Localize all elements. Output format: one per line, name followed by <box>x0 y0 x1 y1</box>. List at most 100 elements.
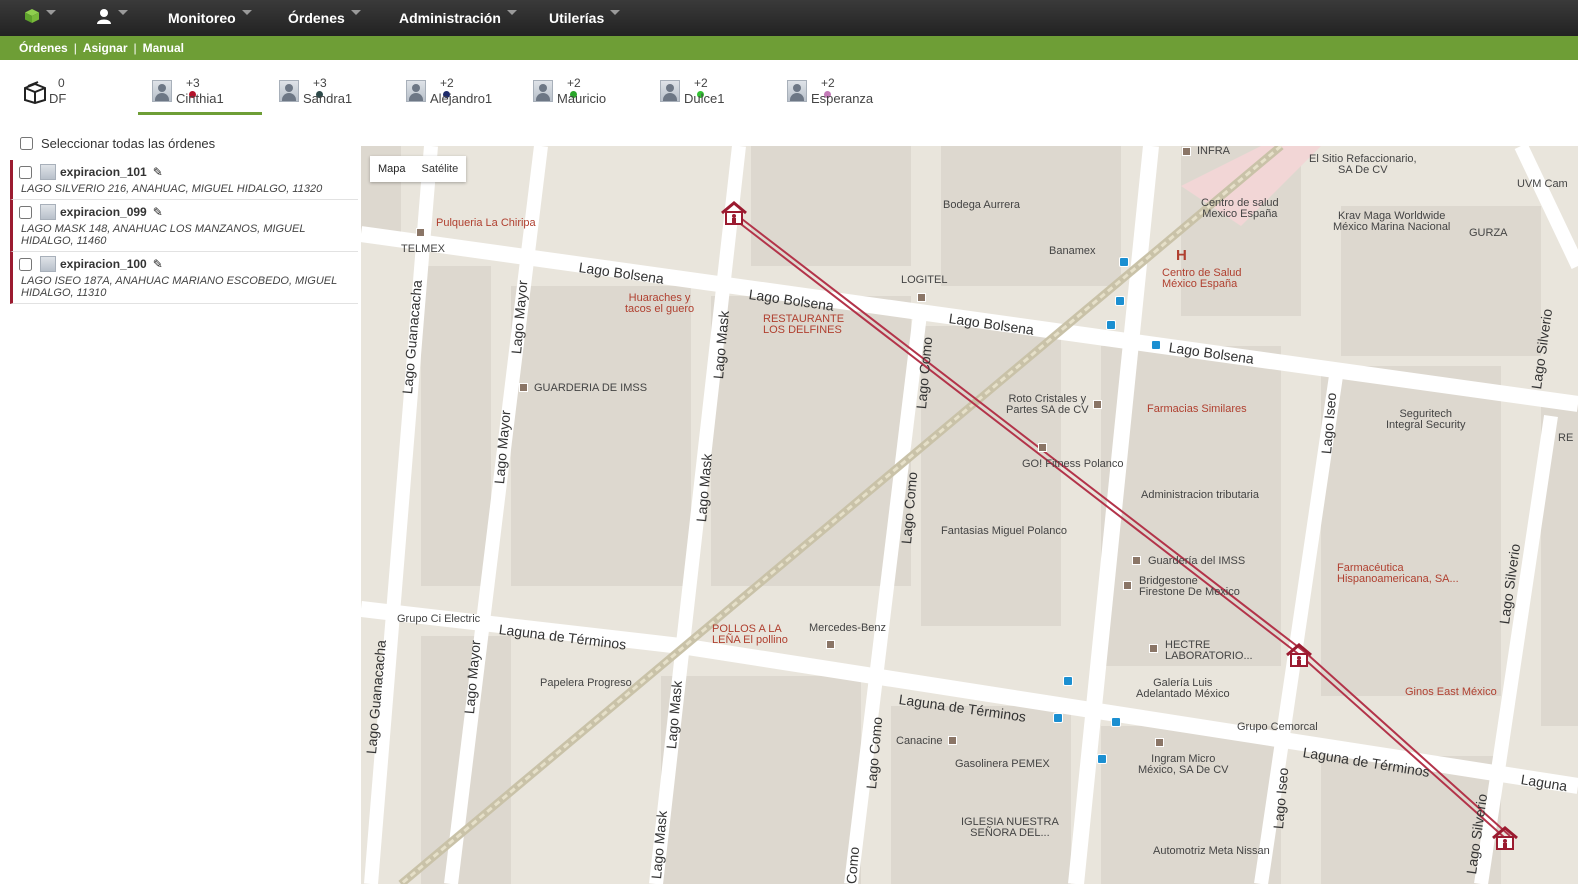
poi-marker <box>1123 581 1132 590</box>
avatar <box>660 80 680 102</box>
bus-stop-icon <box>1119 257 1129 267</box>
poi-label: Grupo Cemorcal <box>1237 721 1318 733</box>
app-logo-menu[interactable] <box>24 0 56 36</box>
poi-label: Centro de salud Mexico España <box>1201 197 1279 220</box>
poi-label: INFRA <box>1197 146 1230 157</box>
avatar <box>787 80 807 102</box>
menu-ordenes[interactable]: Órdenes <box>288 0 361 36</box>
order-checkbox[interactable] <box>19 257 32 271</box>
poi-label: Fantasias Miguel Polanco <box>941 525 1067 537</box>
cube-logo-icon <box>24 8 40 29</box>
poi-marker <box>1093 400 1102 409</box>
menu-monitoreo[interactable]: Monitoreo <box>168 0 252 36</box>
subnav-ordenes-link[interactable]: Órdenes <box>19 41 68 55</box>
poi-label: GO! Fitness Polanco <box>1022 458 1124 470</box>
poi-label: POLLOS A LA LEÑA El pollino <box>712 623 788 646</box>
poi-marker <box>519 383 528 392</box>
subnav-manual-link[interactable]: Manual <box>143 41 184 55</box>
poi-label: El Sitio Refaccionario, SA De CV <box>1309 153 1417 176</box>
poi-label: TELMEX <box>401 243 446 255</box>
poi-marker <box>1182 147 1191 156</box>
poi-label: Guardería del IMSS <box>1148 555 1246 567</box>
avatar <box>406 80 426 102</box>
chevron-down-icon <box>118 9 128 15</box>
map-canvas[interactable]: Mapa Satélite Lago Bolsena Lago Bolsena … <box>361 146 1578 884</box>
poi-label: Krav Maga Worldwide México Marina Naciona… <box>1333 210 1451 233</box>
order-title: expiracion_099 <box>60 205 147 219</box>
select-all-label: Seleccionar todas las órdenes <box>41 136 216 151</box>
separator: | <box>133 41 137 55</box>
tech-name: Alejandro1 <box>430 91 493 106</box>
poi-label: Grupo Ci Electric <box>397 613 481 625</box>
poi-label: Automotriz Meta Nissan <box>1153 845 1270 857</box>
poi-marker <box>1038 443 1047 452</box>
user-menu[interactable] <box>96 0 128 36</box>
list-item[interactable]: expiracion_101 ✎ LAGO SILVERIO 216, ANAH… <box>10 160 358 200</box>
poi-label: IGLESIA NUESTRA SEÑORA DEL... <box>961 816 1059 839</box>
poi-marker <box>1149 644 1158 653</box>
menu-label: Monitoreo <box>168 10 236 26</box>
menu-utilerias[interactable]: Utilerías <box>549 0 621 36</box>
top-navbar: Monitoreo Órdenes Administración Utilerí… <box>0 0 1578 36</box>
avatar <box>40 204 56 220</box>
order-address: LAGO MASK 148, ANAHUAC LOS MANZANOS, MIG… <box>21 223 306 247</box>
tech-name: Cinthia1 <box>176 91 224 106</box>
map-type-mapa[interactable]: Mapa <box>370 156 414 182</box>
pencil-icon[interactable]: ✎ <box>153 165 163 179</box>
avatar <box>40 256 56 272</box>
map-type-control: Mapa Satélite <box>370 156 467 182</box>
poi-label: Farmacias Similares <box>1147 403 1247 415</box>
hospital-icon: H <box>1176 247 1187 264</box>
menu-label: Órdenes <box>288 10 345 26</box>
order-checkbox[interactable] <box>19 205 32 219</box>
poi-marker <box>416 228 425 237</box>
subnav-asignar-link[interactable]: Asignar <box>83 41 128 55</box>
pencil-icon[interactable]: ✎ <box>153 205 163 219</box>
poi-label: Gasolinera PEMEX <box>955 758 1050 770</box>
poi-label: Papelera Progreso <box>540 677 632 689</box>
avatar <box>279 80 299 102</box>
avatar <box>152 80 172 102</box>
tech-name: Mauricio <box>557 91 607 106</box>
order-address: LAGO ISEO 187A, ANAHUAC MARIANO ESCOBEDO… <box>21 275 338 299</box>
poi-label: RE <box>1558 432 1574 444</box>
menu-label: Administración <box>399 10 501 26</box>
list-item[interactable]: expiracion_099 ✎ LAGO MASK 148, ANAHUAC … <box>10 200 358 252</box>
order-title: expiracion_101 <box>60 165 147 179</box>
chevron-down-icon <box>46 9 56 15</box>
bus-stop-icon <box>1053 713 1063 723</box>
map-type-satelite[interactable]: Satélite <box>414 156 467 182</box>
technician-bar: 0 DF +3 Cinthia1 +3 Sandra1 +2 Alejandro… <box>0 60 1578 116</box>
truck-box-icon <box>22 80 48 109</box>
poi-label: GURZA <box>1469 227 1508 239</box>
avatar <box>40 164 56 180</box>
poi-label: HECTRE LABORATORIO... <box>1165 639 1253 662</box>
menu-administracion[interactable]: Administración <box>399 0 517 36</box>
poi-label: UVM Cam <box>1517 178 1568 190</box>
sub-navbar: Órdenes | Asignar | Manual <box>0 36 1578 60</box>
chevron-down-icon <box>241 9 252 15</box>
tech-name: Dulce1 <box>684 91 725 106</box>
poi-label: Galería Luis Adelantado México <box>1136 677 1230 700</box>
bus-stop-icon <box>1097 754 1107 764</box>
menu-label: Utilerías <box>549 10 605 26</box>
poi-label: Centro de Salud México España <box>1162 267 1242 290</box>
list-item[interactable]: expiracion_100 ✎ LAGO ISEO 187A, ANAHUAC… <box>10 252 358 304</box>
poi-label: Ingram Micro México, SA De CV <box>1138 753 1229 776</box>
select-all-orders[interactable]: Seleccionar todas las órdenes <box>20 136 215 151</box>
poi-label: Ginos East México <box>1405 686 1497 698</box>
chevron-down-icon <box>350 9 361 15</box>
select-all-checkbox[interactable] <box>20 137 33 150</box>
poi-label: Bridgestone Firestone De Mexico <box>1139 575 1240 598</box>
poi-label: Canacine <box>896 735 943 747</box>
pencil-icon[interactable]: ✎ <box>153 257 163 271</box>
poi-label: Pulqueria La Chiripa <box>436 217 536 229</box>
bus-stop-icon <box>1106 320 1116 330</box>
poi-label: GUARDERIA DE IMSS <box>534 382 648 394</box>
poi-marker <box>917 293 926 302</box>
order-checkbox[interactable] <box>19 165 32 179</box>
tech-name: Sandra1 <box>303 91 353 106</box>
chevron-down-icon <box>610 9 621 15</box>
poi-label: Banamex <box>1049 245 1096 257</box>
poi-marker <box>1155 738 1164 747</box>
